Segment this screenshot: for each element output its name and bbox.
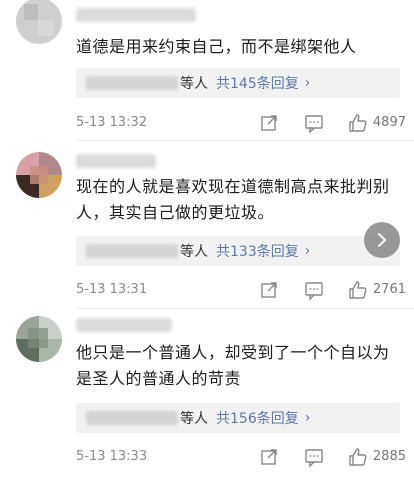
reply-count[interactable]: 共133条回复: [216, 241, 299, 261]
divider: [76, 140, 414, 141]
username[interactable]: [76, 318, 172, 332]
thumbs-up-icon[interactable]: [348, 280, 368, 300]
username[interactable]: [76, 154, 156, 168]
timestamp: 5-13 13:31: [76, 282, 148, 297]
reply-label: 等人: [180, 244, 208, 260]
comment-meta: 5-13 13:31 2761: [76, 279, 406, 301]
reply-users-blur: [86, 76, 178, 90]
share-icon[interactable]: [259, 447, 279, 467]
reply-label: 等人: [180, 76, 208, 92]
reply-label: 等人: [180, 411, 208, 427]
chevron-right-icon: ›: [304, 75, 311, 91]
comment-icon[interactable]: [304, 447, 324, 467]
next-button[interactable]: [364, 222, 400, 258]
comment-meta: 5-13 13:33 2885: [76, 446, 406, 468]
reply-users-blur: [86, 411, 178, 425]
reply-count[interactable]: 共145条回复: [216, 73, 299, 93]
reply-summary[interactable]: 等人 共133条回复 ›: [76, 236, 400, 266]
divider: [76, 308, 414, 309]
comment-text: 道德是用来约束自己，而不是绑架他人: [76, 37, 357, 56]
like-count: 2761: [372, 282, 406, 297]
reply-summary[interactable]: 等人 共156条回复 ›: [76, 403, 400, 433]
reply-summary[interactable]: 等人 共145条回复 ›: [76, 68, 400, 98]
chevron-right-icon: ›: [304, 410, 311, 426]
chevron-right-icon: ›: [304, 243, 311, 259]
share-icon[interactable]: [259, 113, 279, 133]
chevron-right-icon: [378, 233, 386, 247]
thumbs-up-icon[interactable]: [348, 113, 368, 133]
reply-users-blur: [86, 244, 178, 258]
avatar[interactable]: [16, 0, 62, 44]
like-count: 2885: [372, 449, 406, 464]
comment-meta: 5-13 13:32 4897: [76, 112, 406, 134]
comment-text: 现在的人就是喜欢现在道德制高点来批判别 人，其实自己做的更垃圾。: [76, 177, 390, 222]
avatar[interactable]: [16, 316, 62, 362]
comment-text: 他只是一个普通人，却受到了一个个自以为 是圣人的普通人的苛责: [76, 343, 390, 388]
timestamp: 5-13 13:32: [76, 115, 148, 130]
share-icon[interactable]: [259, 280, 279, 300]
reply-count[interactable]: 共156条回复: [216, 408, 299, 428]
timestamp: 5-13 13:33: [76, 449, 148, 464]
thumbs-up-icon[interactable]: [348, 447, 368, 467]
username[interactable]: [76, 8, 196, 22]
avatar[interactable]: [16, 152, 62, 198]
like-count: 4897: [372, 115, 406, 130]
comment-icon[interactable]: [304, 280, 324, 300]
comment-icon[interactable]: [304, 113, 324, 133]
